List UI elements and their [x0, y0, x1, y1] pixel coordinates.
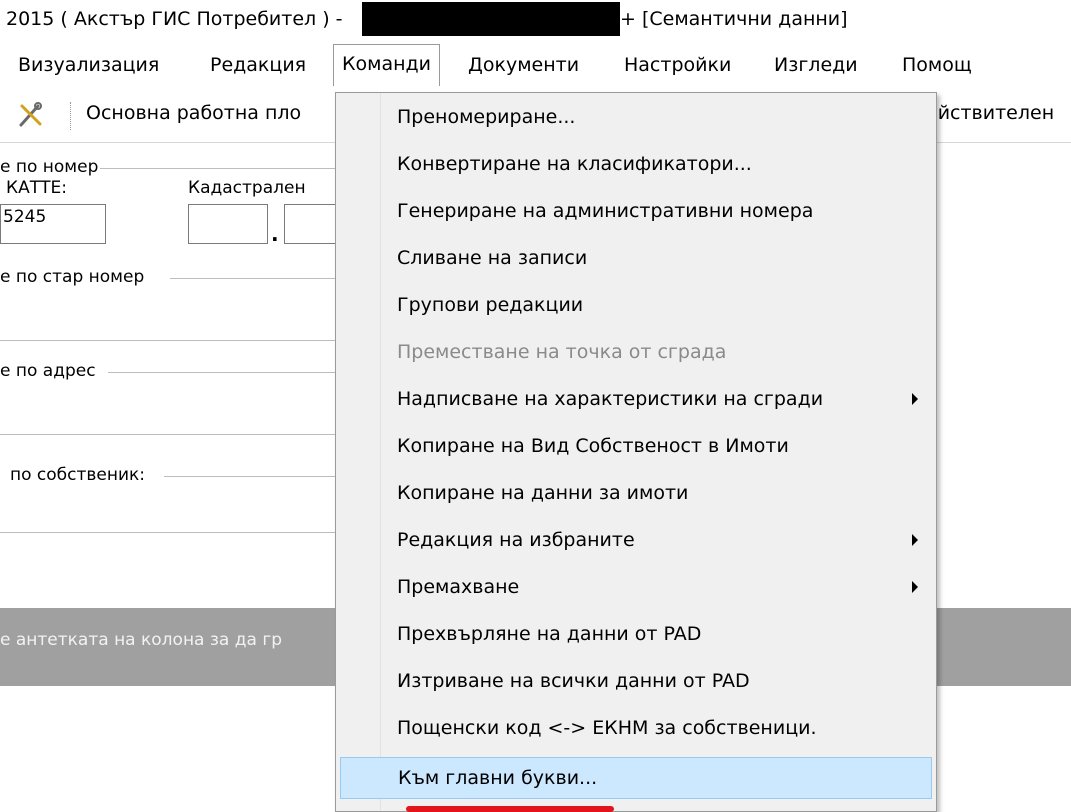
menu-item-merge-records[interactable]: Сливане на записи	[340, 238, 932, 280]
menu-item-remove[interactable]: Премахване	[340, 567, 932, 609]
menu-item-label: Пощенски код <-> ЕКНМ за собственици.	[397, 717, 817, 739]
workspace-selector[interactable]: Основна работна пло	[86, 102, 301, 124]
menu-item-label: Копиране на данни за имоти	[397, 482, 689, 504]
cadastral-dot: .	[271, 222, 279, 246]
menu-item-convert-classifiers[interactable]: Конвертиране на класификатори...	[340, 144, 932, 186]
menu-item-transfer-pad-data[interactable]: Прехвърляне на данни от PAD	[340, 614, 932, 656]
group-line	[0, 434, 335, 435]
menu-visualization[interactable]: Визуализация	[12, 52, 165, 78]
search-by-address-label: е по адрес	[0, 361, 98, 381]
toolbar-separator	[70, 102, 71, 130]
group-line	[170, 278, 335, 279]
window-title-suffix: + [Семантични данни]	[620, 8, 848, 30]
menu-item-label: Преместване на точка от сграда	[397, 341, 727, 363]
search-by-number-label: е по номер	[0, 157, 101, 177]
menu-views[interactable]: Изгледи	[768, 52, 864, 78]
tools-icon[interactable]	[16, 100, 46, 130]
cadastral-label: Кадастрален	[188, 178, 306, 198]
menu-item-delete-all-pad-data[interactable]: Изтриване на всички данни от PAD	[340, 661, 932, 703]
menu-item-label: Към главни букви...	[398, 767, 598, 789]
menu-item-label: Надписване на характеристики на сгради	[397, 388, 824, 410]
group-line	[164, 476, 335, 477]
menu-item-label: Прехвърляне на данни от PAD	[397, 623, 702, 645]
ekatte-label: КАТТЕ:	[6, 178, 67, 198]
menu-item-label: Преномериране...	[397, 106, 576, 128]
menu-documents[interactable]: Документи	[462, 52, 585, 78]
menu-item-label: Премахване	[397, 576, 520, 598]
menu-edit[interactable]: Редакция	[204, 52, 312, 78]
menu-item-copy-ownership-type[interactable]: Копиране на Вид Собственост в Имоти	[340, 426, 932, 468]
group-line	[0, 532, 335, 533]
menu-settings[interactable]: Настройки	[618, 52, 737, 78]
redaction-bar	[362, 2, 620, 36]
menu-item-label: Копиране на Вид Собственост в Имоти	[397, 435, 789, 457]
search-by-owner-label: по собственик:	[10, 465, 148, 485]
menu-item-generate-admin-numbers[interactable]: Генериране на административни номера	[340, 191, 932, 233]
menu-item-move-building-point: Преместване на точка от сграда	[340, 332, 932, 374]
menu-item-group-edits[interactable]: Групови редакции	[340, 285, 932, 327]
group-line	[0, 340, 335, 341]
menu-item-label: Групови редакции	[397, 294, 584, 316]
commands-dropdown: Преномериране... Конвертиране на класифи…	[335, 92, 937, 812]
menu-item-label: Конвертиране на класификатори...	[397, 153, 752, 175]
menu-help[interactable]: Помощ	[896, 52, 978, 78]
title-bar: 2015 ( Акстър ГИС Потребител ) - + [Сема…	[0, 0, 1071, 40]
submenu-arrow-icon	[912, 581, 918, 593]
menu-bar: Визуализация Редакция Команди Документи …	[0, 40, 1071, 126]
ekatte-input[interactable]: 5245	[0, 204, 106, 244]
group-line	[108, 372, 335, 373]
menu-commands[interactable]: Команди	[333, 44, 440, 86]
menu-item-label: Генериране на административни номера	[397, 200, 814, 222]
menu-item-label: Изтриване на всички данни от PAD	[397, 670, 750, 692]
submenu-arrow-icon	[912, 393, 918, 405]
search-by-old-number-label: е по стар номер	[0, 267, 147, 287]
menu-item-renumber[interactable]: Преномериране...	[340, 97, 932, 139]
menu-item-postal-code-ekhm[interactable]: Пощенски код <-> ЕКНМ за собственици.	[340, 708, 932, 750]
cadastral-input-1[interactable]	[188, 204, 268, 244]
toolbar-right-text: ействителен	[926, 102, 1055, 124]
menu-item-label: Редакция на избраните	[397, 529, 635, 551]
submenu-arrow-icon	[912, 534, 918, 546]
highlight-underline	[406, 806, 614, 812]
menu-item-to-uppercase[interactable]: Към главни букви...	[340, 757, 932, 799]
menu-item-label: Сливане на записи	[397, 247, 588, 269]
menu-item-copy-property-data[interactable]: Копиране на данни за имоти	[340, 473, 932, 515]
menu-item-edit-selected[interactable]: Редакция на избраните	[340, 520, 932, 562]
grouping-hint: е антетката на колона за да гр	[0, 630, 283, 650]
group-line	[100, 168, 335, 169]
menu-item-label-building-characteristics[interactable]: Надписване на характеристики на сгради	[340, 379, 932, 421]
window-title: 2015 ( Акстър ГИС Потребител ) -	[6, 8, 343, 30]
